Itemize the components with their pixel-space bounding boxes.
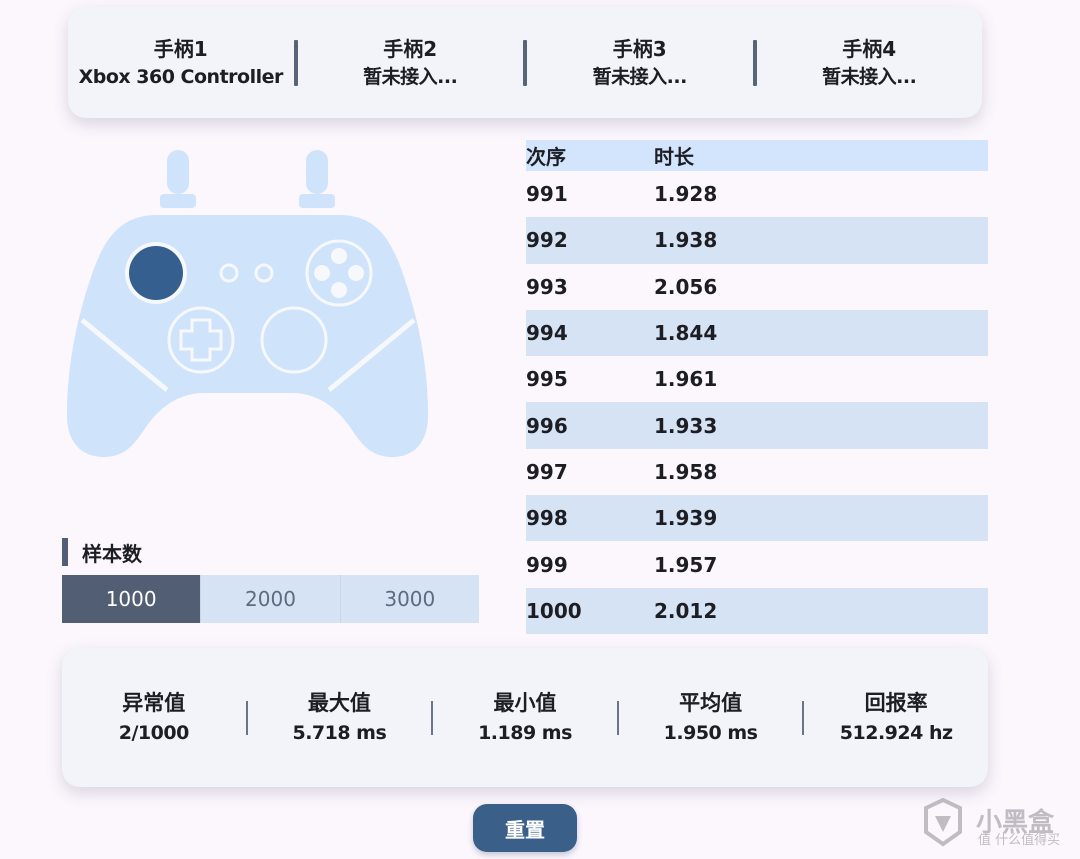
watermark: 小黑盒 值 什么值得买 <box>918 795 1068 851</box>
watermark-subtext: 值 什么值得买 <box>978 833 1061 848</box>
cell-duration: 1.957 <box>654 552 718 577</box>
table-row: 995 1.961 <box>526 356 988 402</box>
controller-slot-4[interactable]: 手柄4 暂未接入... <box>757 35 983 91</box>
cell-duration: 2.012 <box>654 598 718 623</box>
cell-order: 999 <box>526 552 568 577</box>
controller-status: Xbox 360 Controller <box>78 65 284 88</box>
cell-duration: 1.933 <box>654 413 718 438</box>
stat-label: 最小值 <box>493 690 557 715</box>
samples-segmented-control: 1000 2000 3000 <box>62 575 479 623</box>
stat-label: 最大值 <box>307 690 371 715</box>
table-row: 998 1.939 <box>526 495 988 542</box>
stat-value: 2/1000 <box>118 721 190 744</box>
stat-polling-rate: 回报率 512.924 hz <box>804 688 988 748</box>
controller-status: 暂未接入... <box>363 65 458 88</box>
table-row: 996 1.933 <box>526 402 988 449</box>
stat-min: 最小值 1.189 ms <box>433 688 617 748</box>
cell-order: 998 <box>526 506 568 531</box>
cell-order: 1000 <box>526 598 582 623</box>
controller-name: 手柄3 <box>612 36 667 61</box>
cell-order: 995 <box>526 367 568 392</box>
table-row: 994 1.844 <box>526 309 988 357</box>
controller-name: 手柄1 <box>153 36 208 61</box>
stat-outliers: 异常值 2/1000 <box>62 688 246 748</box>
cell-order: 997 <box>526 459 568 484</box>
controller-status: 暂未接入... <box>822 65 917 88</box>
heybox-logo-icon <box>924 798 962 847</box>
stat-label: 平均值 <box>679 690 743 715</box>
left-bumper-icon <box>160 194 196 208</box>
cell-order: 993 <box>526 274 568 299</box>
cell-order: 994 <box>526 321 568 346</box>
right-bumper-icon <box>299 194 335 208</box>
table-header: 次序 时长 <box>526 140 988 171</box>
samples-header: 样本数 <box>62 537 142 567</box>
controller-status: 暂未接入... <box>592 65 688 88</box>
right-trigger-icon <box>306 150 328 194</box>
table-row: 1000 2.012 <box>526 587 988 634</box>
sample-option-2000[interactable]: 2000 <box>201 575 341 623</box>
cell-duration: 2.056 <box>654 274 718 299</box>
cell-duration: 1.938 <box>654 228 718 253</box>
cell-duration: 1.961 <box>654 367 718 392</box>
table-row: 999 1.957 <box>526 541 988 587</box>
stats-panel: 异常值 2/1000 最大值 5.718 ms 最小值 1.189 ms 平均值… <box>62 648 988 787</box>
stat-label: 异常值 <box>122 690 186 715</box>
cell-order: 992 <box>526 228 568 253</box>
column-header-duration: 时长 <box>654 145 694 169</box>
table-row: 991 1.928 <box>526 171 988 217</box>
stat-average: 平均值 1.950 ms <box>619 688 803 748</box>
sample-option-1000[interactable]: 1000 <box>62 575 202 623</box>
left-stick-icon <box>129 246 183 300</box>
controller-slot-1[interactable]: 手柄1 Xbox 360 Controller <box>68 35 294 91</box>
samples-title: 样本数 <box>82 541 142 566</box>
left-trigger-icon <box>167 150 189 194</box>
table-row: 997 1.958 <box>526 449 988 495</box>
controller-slot-2[interactable]: 手柄2 暂未接入... <box>298 35 524 91</box>
stat-value: 1.950 ms <box>663 721 758 744</box>
controller-name: 手柄2 <box>383 36 438 61</box>
table-row: 992 1.938 <box>526 217 988 264</box>
stat-value: 512.924 hz <box>839 721 953 744</box>
cell-order: 991 <box>526 182 568 207</box>
stat-value: 1.189 ms <box>478 721 572 744</box>
cell-duration: 1.939 <box>654 506 718 531</box>
column-header-order: 次序 <box>526 145 566 169</box>
cell-duration: 1.844 <box>654 321 718 346</box>
controller-name: 手柄4 <box>842 36 897 61</box>
stat-max: 最大值 5.718 ms <box>248 688 432 748</box>
sample-option-3000[interactable]: 3000 <box>341 575 479 623</box>
controller-slot-3[interactable]: 手柄3 暂未接入... <box>527 35 753 91</box>
cell-duration: 1.928 <box>654 182 718 207</box>
cell-order: 996 <box>526 413 568 438</box>
reset-button[interactable]: 重置 <box>473 804 577 852</box>
section-marker <box>62 538 68 566</box>
table-row: 993 2.056 <box>526 264 988 310</box>
results-table: 次序 时长 991 1.928 992 1.938 993 2.056 994 … <box>526 140 988 634</box>
controller-bar: 手柄1 Xbox 360 Controller 手柄2 暂未接入... 手柄3 … <box>68 7 982 118</box>
cell-duration: 1.958 <box>654 459 718 484</box>
stat-value: 5.718 ms <box>292 721 387 744</box>
gamepad-icon <box>67 150 428 457</box>
stat-label: 回报率 <box>864 690 928 715</box>
